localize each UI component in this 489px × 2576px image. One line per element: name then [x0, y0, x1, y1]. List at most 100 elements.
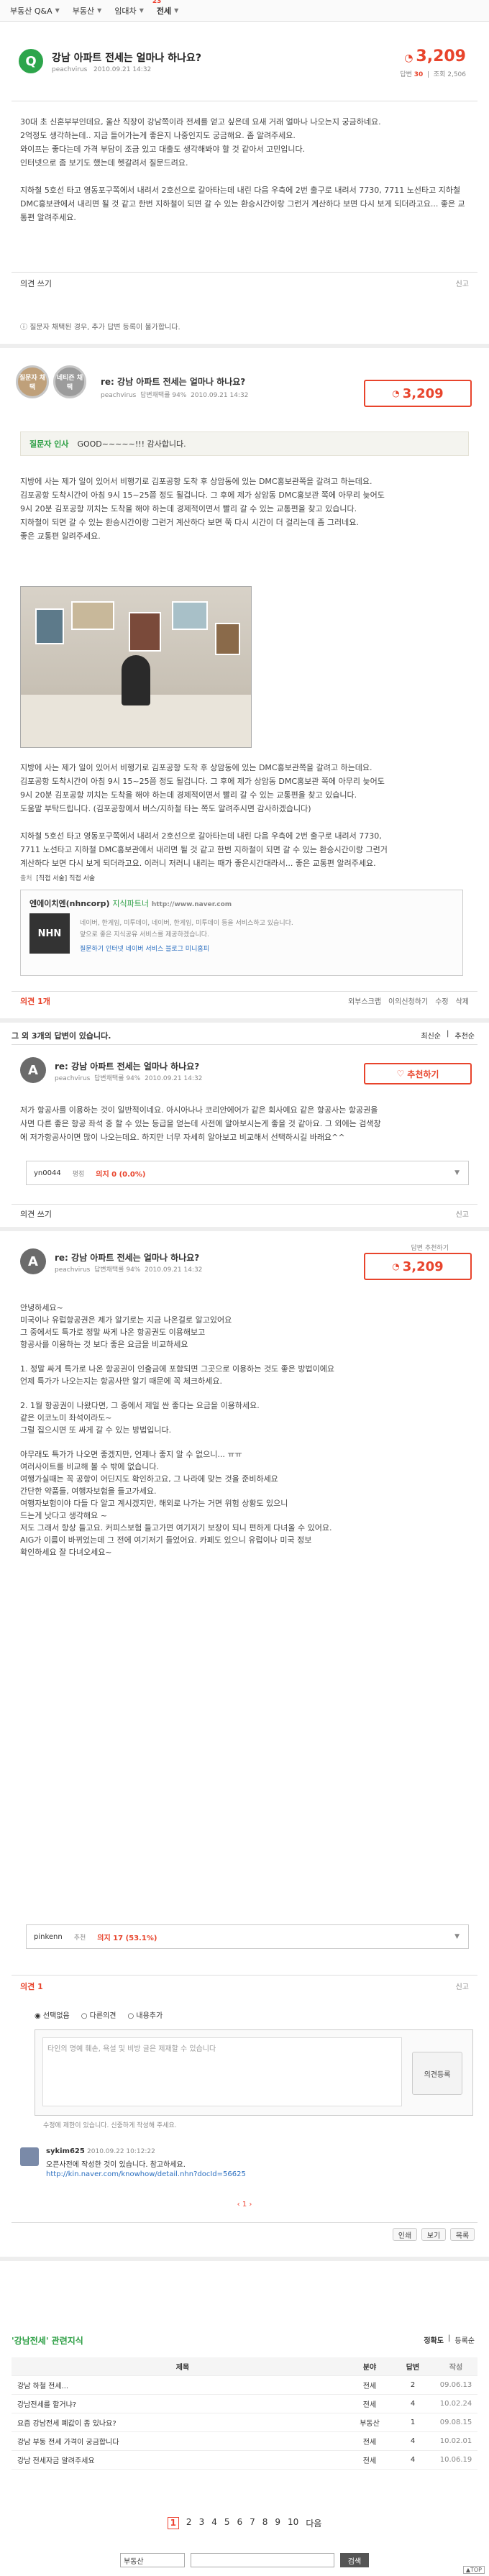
question-body: 30대 초 신혼부부인데요, 울산 직장이 강남쪽이라 전세를 얻고 싶은데 요…: [20, 117, 465, 222]
related-title: '강남전세' 관련지식: [12, 2336, 83, 2346]
search-button[interactable]: 검색: [340, 2553, 369, 2567]
answer-body: 안녕하세요~ 미국이나 유럽항공권은 제가 알기로는 지금 나온걸로 알고있어요…: [20, 1303, 335, 1557]
submit-comment-button[interactable]: 의견등록: [412, 2052, 462, 2095]
crumb-realestate-qa[interactable]: 부동산 Q&A ▼: [10, 5, 60, 17]
answer-title: re: 강남 아파트 전세는 얼마나 하나요?: [101, 377, 246, 387]
report-link[interactable]: 신고: [456, 1981, 469, 1991]
scrap-link[interactable]: 외부스크랩: [348, 995, 381, 1006]
answer-comment-link[interactable]: 의견 1개: [20, 995, 50, 1007]
chevron-down-icon[interactable]: ▼: [174, 7, 178, 14]
breadcrumb: 부동산 Q&A ▼ 부동산 ▼ 임대차 ▼ 23 전세 ▼: [0, 0, 489, 22]
radio-icon[interactable]: ○: [81, 2012, 88, 2020]
info-icon: ⓘ: [20, 324, 30, 332]
category-select[interactable]: 부동산: [120, 2553, 185, 2567]
question-date: 2010.09.21 14:32: [93, 66, 152, 73]
chevron-down-icon[interactable]: ▼: [97, 7, 101, 14]
edit-link[interactable]: 수정: [435, 995, 448, 1006]
page-link[interactable]: 7: [250, 2517, 255, 2529]
pagination: 1 2 3 4 5 6 7 8 9 10 다음: [0, 2517, 489, 2529]
divider: [12, 1044, 477, 1045]
profile-links[interactable]: 질문하기 인터넷 네이버 서비스 블로그 미니홈피: [80, 944, 209, 953]
table-header: 제목 분야 답변 작성: [12, 2357, 477, 2376]
page-actions: 인쇄 보기 목록: [393, 2228, 475, 2241]
radio-icon[interactable]: ◉: [35, 2012, 41, 2020]
crumb-jeonse[interactable]: 23 전세 ▼: [152, 0, 178, 17]
crumb-realestate[interactable]: 부동산 ▼: [73, 5, 102, 17]
top-button[interactable]: ▲TOP: [462, 2566, 485, 2574]
chevron-down-icon[interactable]: ▼: [55, 7, 60, 14]
medal-netizen-icon: 네티즌 채택: [53, 365, 86, 398]
section-separator: [0, 344, 489, 348]
section-separator: [0, 1018, 489, 1023]
footer-search: 부동산 검색: [0, 2553, 489, 2567]
comment-textarea[interactable]: 타인의 명예 훼손, 욕설 및 비방 글은 제재할 수 있습니다: [42, 2037, 402, 2106]
answer-meta: peachvirus 답변채택률 94% 2010.09.21 14:32: [55, 1266, 203, 1274]
page-link[interactable]: 1: [167, 2517, 179, 2529]
table-row[interactable]: 강남 하철 전세... 전세 2 09.06.13: [12, 2376, 477, 2395]
answer-actions: 외부스크랩 이의신청하기 수정 삭제: [348, 995, 469, 1006]
page-link[interactable]: 2: [186, 2517, 192, 2529]
search-input[interactable]: [191, 2553, 334, 2567]
question-header: Q 강남 아파트 전세는 얼마나 하나요? peachvirus 2010.09…: [12, 42, 477, 99]
answer-comment-link[interactable]: 의견 쓰기: [20, 1208, 52, 1220]
comment-form: 타인의 명예 훼손, 욕설 및 비방 글은 제재할 수 있습니다 의견등록: [35, 2029, 473, 2116]
answer-avatar: A: [20, 1248, 46, 1274]
divider: [12, 991, 477, 992]
table-row[interactable]: 강남 전세자금 알려주세요 전세 4 10.06.19: [12, 2451, 477, 2470]
page-link[interactable]: 10: [288, 2517, 298, 2529]
table-row[interactable]: 요즘 강남전세 폐값이 좀 있나요? 부동산 1 09.08.15: [12, 2413, 477, 2432]
chevron-down-icon[interactable]: ▼: [140, 7, 144, 14]
chevron-down-icon[interactable]: ▼: [454, 1933, 460, 1940]
medal-chosen-icon: 질문자 채택: [16, 365, 49, 398]
page-link[interactable]: 6: [237, 2517, 242, 2529]
coin-icon: ◔: [392, 388, 400, 398]
question-author[interactable]: peachvirus: [52, 66, 87, 73]
radio-different[interactable]: ○ 다른의견: [81, 2009, 116, 2020]
related-sort: 정확도 | 등록순: [424, 2334, 475, 2345]
comment-hint: 수정에 제한이 있습니다. 신중하게 작성해 주세요.: [43, 2122, 177, 2129]
points-caption: 답변 추천하기: [411, 1245, 449, 1252]
profile-name[interactable]: 엔에이치엔(nhncorp) 지식파트너 http://www.naver.co…: [29, 898, 232, 909]
answer-body: 지방에 사는 제가 일이 있어서 비행기로 김포공항 도착 후 상암동에 있는 …: [20, 477, 385, 541]
question-comment-link[interactable]: 의견 쓰기: [20, 278, 52, 289]
answer-meta: peachvirus 답변채택률 94% 2010.09.21 14:32: [55, 1075, 203, 1082]
radio-none[interactable]: ◉ 선택없음: [35, 2009, 70, 2020]
coin-icon: ◔: [404, 52, 413, 64]
chevron-down-icon[interactable]: ▼: [454, 1169, 460, 1177]
objection-link[interactable]: 이의신청하기: [388, 995, 428, 1006]
table-row[interactable]: 강남전세를 할거냐? 전세 4 10.02.24: [12, 2395, 477, 2413]
delete-link[interactable]: 삭제: [456, 995, 469, 1006]
page-link[interactable]: 5: [224, 2517, 230, 2529]
recommend-button[interactable]: ♡ 추천하기: [364, 1063, 472, 1084]
comment-type-radios: ◉ 선택없음 ○ 다른의견 ○ 내용추가: [35, 2009, 163, 2020]
table-row[interactable]: 강남 부동 전세 가격이 궁금합니다 전세 4 10.02.01: [12, 2432, 477, 2451]
radio-addition[interactable]: ○ 내용추가: [127, 2009, 163, 2020]
print-button[interactable]: 인쇄: [393, 2228, 417, 2241]
view-button[interactable]: 보기: [421, 2228, 446, 2241]
comment-pager[interactable]: ‹ 1 ›: [0, 2201, 489, 2209]
answer-body: 저가 항공사를 이용하는 것이 일반적이네요. 아시아나나 코리안에어가 같은 …: [20, 1105, 381, 1142]
thanks-box: 질문자 인사 GOOD~~~~~!!! 감사합니다.: [20, 431, 469, 456]
answer-points[interactable]: ◔ 3,209: [364, 1253, 472, 1280]
answer-avatar: A: [20, 1057, 46, 1083]
page-link[interactable]: 8: [262, 2517, 268, 2529]
sort-latest[interactable]: 최신순: [421, 1030, 441, 1041]
page-link[interactable]: 3: [199, 2517, 205, 2529]
report-link[interactable]: 신고: [456, 1208, 469, 1219]
answer-body-2: 지방에 사는 제가 일이 있어서 비행기로 김포공항 도착 후 상암동에 있는 …: [20, 763, 388, 868]
answer-comment-link[interactable]: 의견 1: [20, 1981, 43, 1992]
radio-icon[interactable]: ○: [127, 2012, 134, 2020]
report-link[interactable]: 신고: [456, 278, 469, 288]
page-link[interactable]: 9: [275, 2517, 280, 2529]
question-title: 강남 아파트 전세는 얼마나 하나요?: [52, 52, 201, 64]
crumb-lease[interactable]: 임대차 ▼: [114, 5, 144, 17]
sort-recommend[interactable]: 추천순: [454, 1030, 475, 1041]
next-page-link[interactable]: 다음: [306, 2517, 321, 2529]
question-icon: Q: [19, 49, 43, 73]
count-badge: 23: [152, 0, 162, 5]
answerer-profile: 엔에이치엔(nhncorp) 지식파트너 http://www.naver.co…: [20, 890, 463, 976]
company-logo: NHN: [29, 913, 70, 954]
page-link[interactable]: 4: [211, 2517, 217, 2529]
list-button[interactable]: 목록: [450, 2228, 475, 2241]
comment-item: sykim625 2010.09.22 10:12:22 오픈사전에 작성한 것…: [46, 2147, 246, 2178]
